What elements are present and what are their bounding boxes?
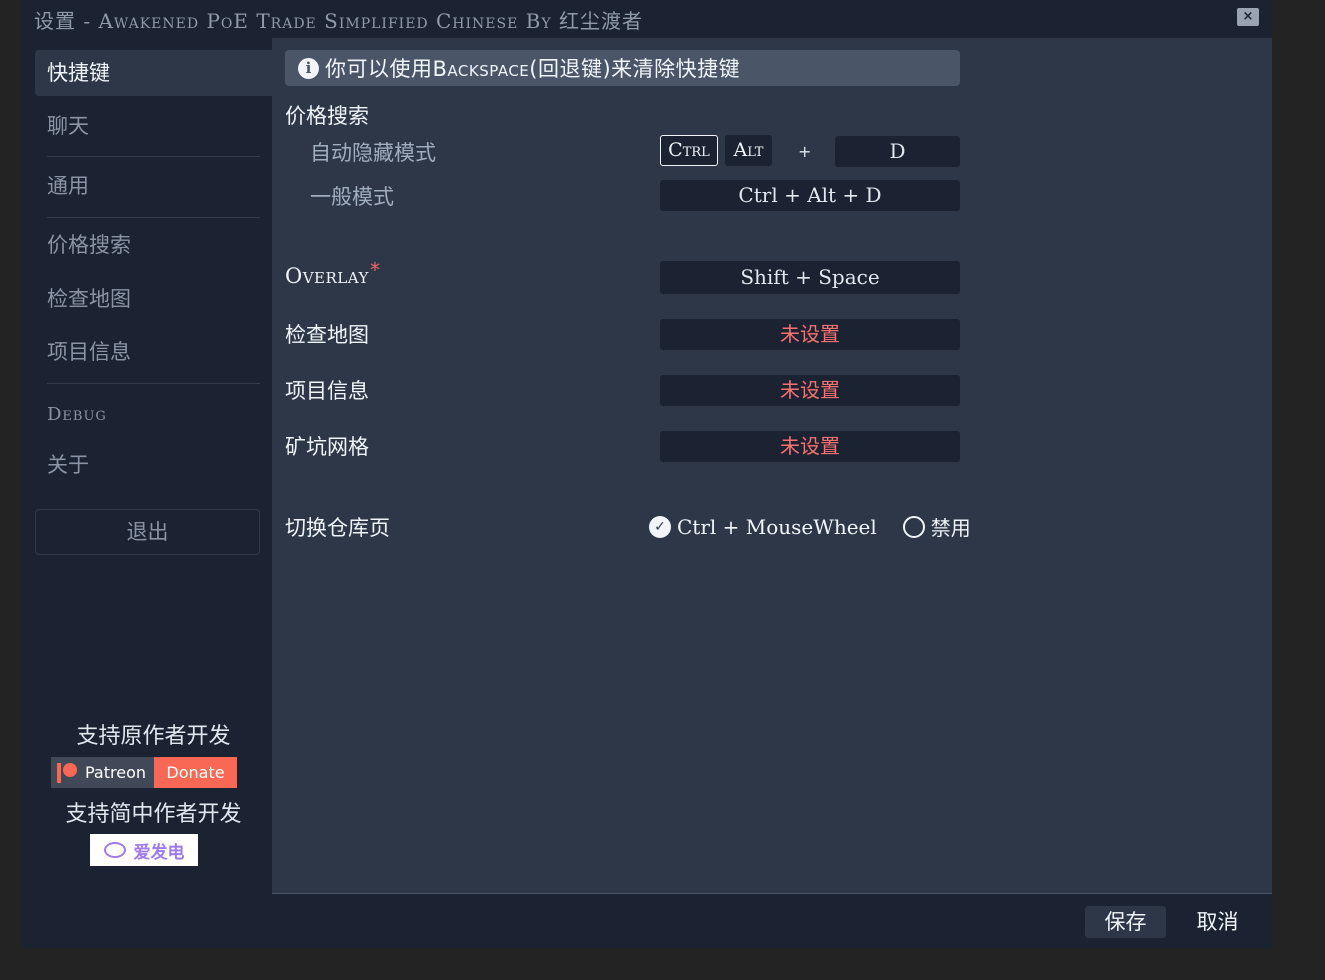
delve-grid-key-input[interactable]: 未设置	[660, 431, 960, 462]
footer-divider	[272, 893, 1272, 894]
sidebar-divider	[47, 383, 260, 384]
save-button[interactable]: 保存	[1085, 906, 1166, 938]
ctrl-modifier-toggle[interactable]: Ctrl	[660, 135, 718, 166]
sidebar-item-hotkeys[interactable]: 快捷键	[35, 50, 272, 96]
plus-sign: +	[798, 142, 812, 161]
check-map-label: 检查地图	[285, 323, 369, 347]
delve-grid-label: 矿坑网格	[285, 435, 369, 459]
sidebar-item-about[interactable]: 关于	[35, 442, 272, 488]
sidebar-divider	[47, 156, 260, 157]
radio-unchecked-icon[interactable]	[902, 515, 925, 538]
sidebar-item-debug[interactable]: Debug	[35, 390, 272, 436]
hotkeys-panel: i 你可以使用Backspace(回退键)来清除快捷键 价格搜索 自动隐藏模式 …	[272, 38, 1272, 893]
sidebar-item-item-info[interactable]: 项目信息	[35, 329, 272, 375]
settings-window: 设置 - Awakened PoE Trade Simplified Chine…	[22, 0, 1272, 948]
auto-hide-key-input[interactable]: D	[835, 136, 960, 167]
info-banner-text: 你可以使用Backspace(回退键)来清除快捷键	[325, 57, 741, 81]
normal-mode-label: 一般模式	[310, 185, 394, 209]
patreon-icon	[57, 762, 79, 783]
sidebar-item-general[interactable]: 通用	[35, 163, 272, 209]
sidebar-item-map-check[interactable]: 检查地图	[35, 276, 272, 322]
normal-mode-key-input[interactable]: Ctrl + Alt + D	[660, 180, 960, 211]
item-info-key-input[interactable]: 未设置	[660, 375, 960, 406]
support-cn-text: 支持简中作者开发	[65, 802, 242, 827]
close-button[interactable]: ×	[1237, 8, 1259, 26]
cancel-button[interactable]: 取消	[1177, 906, 1258, 938]
sidebar: 快捷键 聊天 通用 价格搜索 检查地图 项目信息 Debug 关于 退出 支持原…	[35, 50, 272, 890]
stash-switch-label: 切换仓库页	[285, 516, 390, 540]
info-banner: i 你可以使用Backspace(回退键)来清除快捷键	[285, 50, 960, 86]
price-check-section-title: 价格搜索	[285, 104, 369, 128]
window-title: 设置 - Awakened PoE Trade Simplified Chine…	[34, 9, 643, 33]
close-icon: ×	[1242, 9, 1254, 24]
auto-hide-mode-label: 自动隐藏模式	[310, 141, 436, 165]
support-original-text: 支持原作者开发	[76, 724, 231, 749]
stash-option-disabled[interactable]: 禁用	[931, 512, 971, 541]
exit-button[interactable]: 退出	[35, 509, 260, 555]
sidebar-item-chat[interactable]: 聊天	[35, 103, 272, 149]
stash-switch-options: ✓ Ctrl + MouseWheel 禁用	[649, 512, 971, 541]
donate-label: Donate	[154, 757, 237, 788]
overlay-label: Overlay	[285, 264, 369, 288]
afdian-icon	[103, 842, 126, 858]
patreon-label: Patreon	[85, 763, 147, 782]
stash-option-ctrl-mousewheel[interactable]: Ctrl + MouseWheel	[677, 515, 877, 539]
afdian-label: 爱发电	[133, 842, 185, 863]
required-mark: *	[370, 258, 380, 282]
alt-modifier-toggle[interactable]: Alt	[725, 135, 772, 166]
afdian-button[interactable]: 爱发电	[90, 834, 198, 866]
item-info-label: 项目信息	[285, 379, 369, 403]
sidebar-item-debug-label: Debug	[47, 404, 107, 425]
patreon-badge: Patreon	[51, 757, 154, 788]
title-bar[interactable]: 设置 - Awakened PoE Trade Simplified Chine…	[22, 0, 1272, 38]
sidebar-item-price-check[interactable]: 价格搜索	[35, 222, 272, 268]
info-icon: i	[298, 57, 319, 79]
patreon-donate-button[interactable]: Patreon Donate	[51, 757, 237, 788]
overlay-key-input[interactable]: Shift + Space	[660, 261, 960, 294]
scroll-gutter	[1272, 0, 1325, 980]
sidebar-divider	[47, 217, 260, 218]
radio-checked-icon[interactable]: ✓	[649, 515, 671, 538]
check-map-key-input[interactable]: 未设置	[660, 319, 960, 350]
